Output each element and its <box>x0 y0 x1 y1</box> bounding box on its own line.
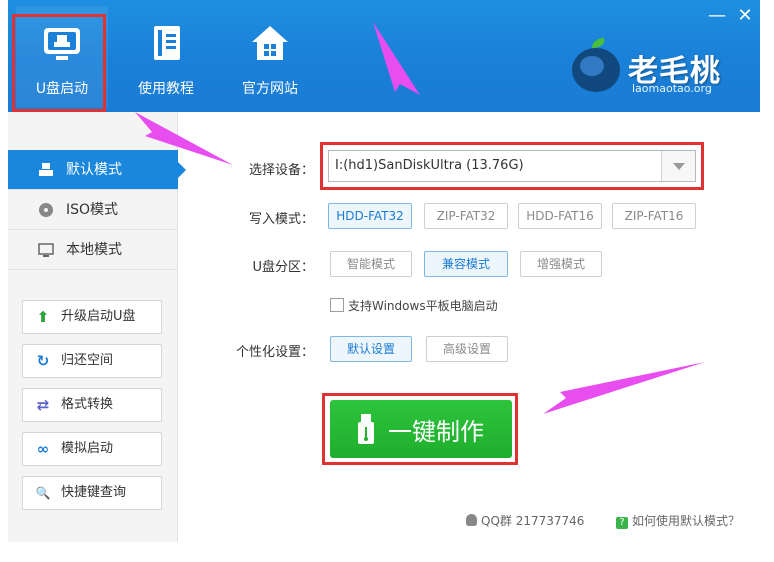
device-value: I:(hd1)SanDiskUltra (13.76G) <box>335 158 524 173</box>
brand-domain: laomaotao.org <box>632 82 712 95</box>
write-mode-zip-fat32[interactable]: ZIP-FAT32 <box>424 203 508 229</box>
hotkey-query-button[interactable]: 🔍 快捷键查询 <box>22 476 162 510</box>
personal-advanced[interactable]: 高级设置 <box>426 336 508 362</box>
sidebar: 默认模式 ISO模式 本地模式 ⬆ 升级启动U盘 ↻ 归还空间 ⇄ 格式转换 ∞… <box>8 112 186 542</box>
help-text: 如何使用默认模式？ <box>632 514 741 528</box>
usb-monitor-icon <box>44 28 80 60</box>
mode-default[interactable]: 默认模式 <box>8 150 186 190</box>
tool-label: 归还空间 <box>61 353 114 368</box>
write-mode-hdd-fat16[interactable]: HDD-FAT16 <box>518 203 602 229</box>
make-button-label: 一键制作 <box>388 418 484 446</box>
help-icon: ? <box>616 517 628 529</box>
brand-logo: 老毛桃 laomaotao.org <box>570 26 750 102</box>
swap-icon: ⇄ <box>36 396 50 414</box>
link-icon: ∞ <box>36 440 50 458</box>
help-link[interactable]: ? 如何使用默认模式？ <box>616 512 740 529</box>
write-mode-label: 写入模式： <box>248 212 314 227</box>
up-arrow-icon: ⬆ <box>36 308 50 326</box>
mode-label: ISO模式 <box>66 202 119 218</box>
search-icon: 🔍 <box>35 486 51 500</box>
mode-label: 默认模式 <box>66 162 122 178</box>
drive-icon <box>39 163 53 176</box>
tool-label: 快捷键查询 <box>61 485 127 500</box>
nav-label: 官方网站 <box>242 81 298 97</box>
restore-space-button[interactable]: ↻ 归还空间 <box>22 344 162 378</box>
partition-compatible[interactable]: 兼容模式 <box>424 251 508 277</box>
qq-text: QQ群 217737746 <box>481 514 585 528</box>
close-button[interactable]: ✕ <box>734 6 756 28</box>
nav-tutorial[interactable]: 使用教程 <box>120 6 212 108</box>
tool-label: 模拟启动 <box>61 441 114 456</box>
nav-label: 使用教程 <box>138 81 194 97</box>
mode-iso[interactable]: ISO模式 <box>8 190 178 230</box>
device-select[interactable]: I:(hd1)SanDiskUltra (13.76G) <box>328 150 696 182</box>
home-icon <box>252 26 288 60</box>
qq-group: QQ群 217737746 <box>466 512 584 529</box>
arrow-to-make <box>543 362 705 414</box>
tablet-boot-checkbox[interactable] <box>330 298 344 312</box>
nav-official-site[interactable]: 官方网站 <box>224 6 316 108</box>
partition-enhanced[interactable]: 增强模式 <box>520 251 602 277</box>
mode-local[interactable]: 本地模式 <box>8 230 178 270</box>
upgrade-usb-button[interactable]: ⬆ 升级启动U盘 <box>22 300 162 334</box>
usb-drive-icon <box>358 414 374 444</box>
book-icon <box>154 26 180 60</box>
nav-label: U盘启动 <box>35 81 89 97</box>
minimize-button[interactable]: — <box>706 6 728 28</box>
one-click-make-button[interactable]: 一键制作 <box>330 400 512 458</box>
write-mode-hdd-fat32[interactable]: HDD-FAT32 <box>328 203 412 229</box>
tablet-boot-label: 支持Windows平板电脑启动 <box>348 299 498 313</box>
mode-label: 本地模式 <box>66 242 122 258</box>
tool-label: 格式转换 <box>61 397 114 412</box>
personal-default[interactable]: 默认设置 <box>330 336 412 362</box>
app-header: — ✕ U盘启动 使用教程 官方网站 老毛桃 laomaotao.org <box>8 0 760 112</box>
personal-label: 个性化设置： <box>235 345 314 360</box>
qq-icon <box>466 514 477 526</box>
nav-usb-boot[interactable]: U盘启动 <box>16 6 108 108</box>
format-convert-button[interactable]: ⇄ 格式转换 <box>22 388 162 422</box>
disc-icon <box>39 203 53 217</box>
monitor-icon <box>38 243 54 257</box>
write-mode-zip-fat16[interactable]: ZIP-FAT16 <box>612 203 696 229</box>
chevron-down-icon[interactable] <box>661 151 695 181</box>
partition-smart[interactable]: 智能模式 <box>330 251 412 277</box>
partition-label: U盘分区： <box>252 260 314 275</box>
tool-label: 升级启动U盘 <box>61 309 136 324</box>
simulate-boot-button[interactable]: ∞ 模拟启动 <box>22 432 162 466</box>
refresh-icon: ↻ <box>36 352 50 370</box>
device-label: 选择设备： <box>248 163 314 178</box>
peach-logo-icon <box>572 38 620 92</box>
